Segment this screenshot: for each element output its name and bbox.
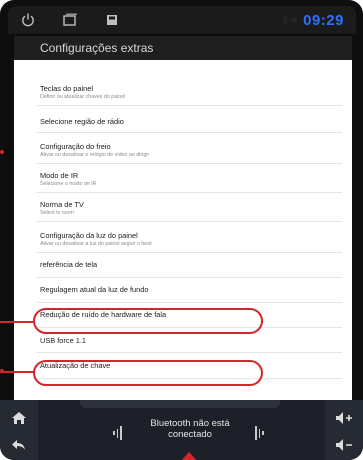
settings-item-subtitle: Ativar ou desativar o relógio de vídeo a… [40, 152, 150, 158]
status-bar: ᛒ ≈ 09:29 [8, 6, 356, 34]
divider [36, 277, 342, 278]
clock-time: 09:29 [303, 11, 344, 29]
music-app-indicator-icon [180, 452, 198, 460]
settings-item-subtitle: Definir ou atualizar chaves do painel [40, 94, 126, 100]
settings-item-radio-region[interactable]: Selecione região de rádio [40, 117, 124, 126]
left-nav-panel [0, 400, 38, 460]
back-icon[interactable] [7, 433, 31, 457]
settings-title-bar: Configurações extras [14, 36, 352, 60]
divider [36, 352, 342, 353]
settings-item-usb-force[interactable]: USB force 1.1 [40, 336, 86, 345]
highlight-noise-reduction [33, 308, 263, 334]
bluetooth-status: Bluetooth não está conectado [150, 418, 230, 440]
annotation-leader-line [0, 321, 34, 323]
settings-item-brake[interactable]: Configuração do freio Ativar ou desativa… [40, 142, 149, 158]
bluetooth-icon: ᛒ ≈ [282, 14, 298, 26]
divider [36, 252, 342, 253]
settings-item-title: Modo de IR [40, 171, 79, 180]
settings-list: Teclas do painel Definir ou atualizar ch… [14, 60, 352, 402]
settings-item-title: Configuração do freio [40, 142, 111, 151]
divider [36, 221, 342, 222]
bottom-nav-bar: Bluetooth não está conectado [0, 400, 363, 460]
settings-item-backlight[interactable]: Regulagem atual da luz de fundo [40, 285, 148, 294]
divider [36, 302, 342, 303]
audio-bars-right-icon [255, 426, 264, 440]
divider [36, 132, 342, 133]
divider [36, 192, 342, 193]
settings-item-title: Configuração da luz do painel [40, 231, 138, 240]
settings-item-panel-keys[interactable]: Teclas do painel Definir ou atualizar ch… [40, 84, 125, 100]
annotation-dot [0, 150, 4, 154]
settings-item-subtitle: Selecione o modo de IR [40, 181, 97, 187]
audio-bars-left-icon [113, 426, 122, 440]
settings-item-title: referência de tela [40, 260, 98, 269]
volume-up-icon[interactable] [332, 406, 356, 430]
settings-item-title: Selecione região de rádio [40, 117, 124, 126]
settings-item-title: Teclas do painel [40, 84, 94, 93]
right-nav-panel [325, 400, 363, 460]
settings-item-subtitle: Select tv norm [40, 210, 74, 216]
settings-item-partial [40, 387, 42, 396]
highlight-key-update [33, 360, 263, 386]
power-icon[interactable] [18, 10, 38, 30]
annotation-dot [0, 369, 4, 373]
settings-item-screen-reference[interactable]: referência de tela [40, 260, 97, 269]
partial-list-strip [80, 400, 280, 408]
head-unit-device: ᛒ ≈ 09:29 Configurações extras Teclas do… [0, 0, 363, 460]
page-title: Configurações extras [40, 41, 154, 55]
settings-item-title: USB force 1.1 [40, 336, 87, 345]
volume-down-icon[interactable] [332, 433, 356, 457]
recent-apps-icon[interactable] [60, 10, 80, 30]
settings-item-tv-norm[interactable]: Norma de TV Select tv norm [40, 200, 84, 216]
settings-item-title: Regulagem atual da luz de fundo [40, 285, 149, 294]
settings-item-ir-mode[interactable]: Modo de IR Selecione o modo de IR [40, 171, 97, 187]
divider [36, 163, 342, 164]
divider [36, 105, 342, 106]
settings-item-title: Norma de TV [40, 200, 84, 209]
settings-item-panel-light[interactable]: Configuração da luz do painel Ativar ou … [40, 231, 152, 247]
home-icon[interactable] [7, 406, 31, 430]
annotation-leader-line [0, 371, 34, 373]
settings-item-subtitle: Ativar ou desativar a luz do painel segu… [40, 241, 152, 247]
screenshot-icon[interactable] [102, 10, 122, 30]
